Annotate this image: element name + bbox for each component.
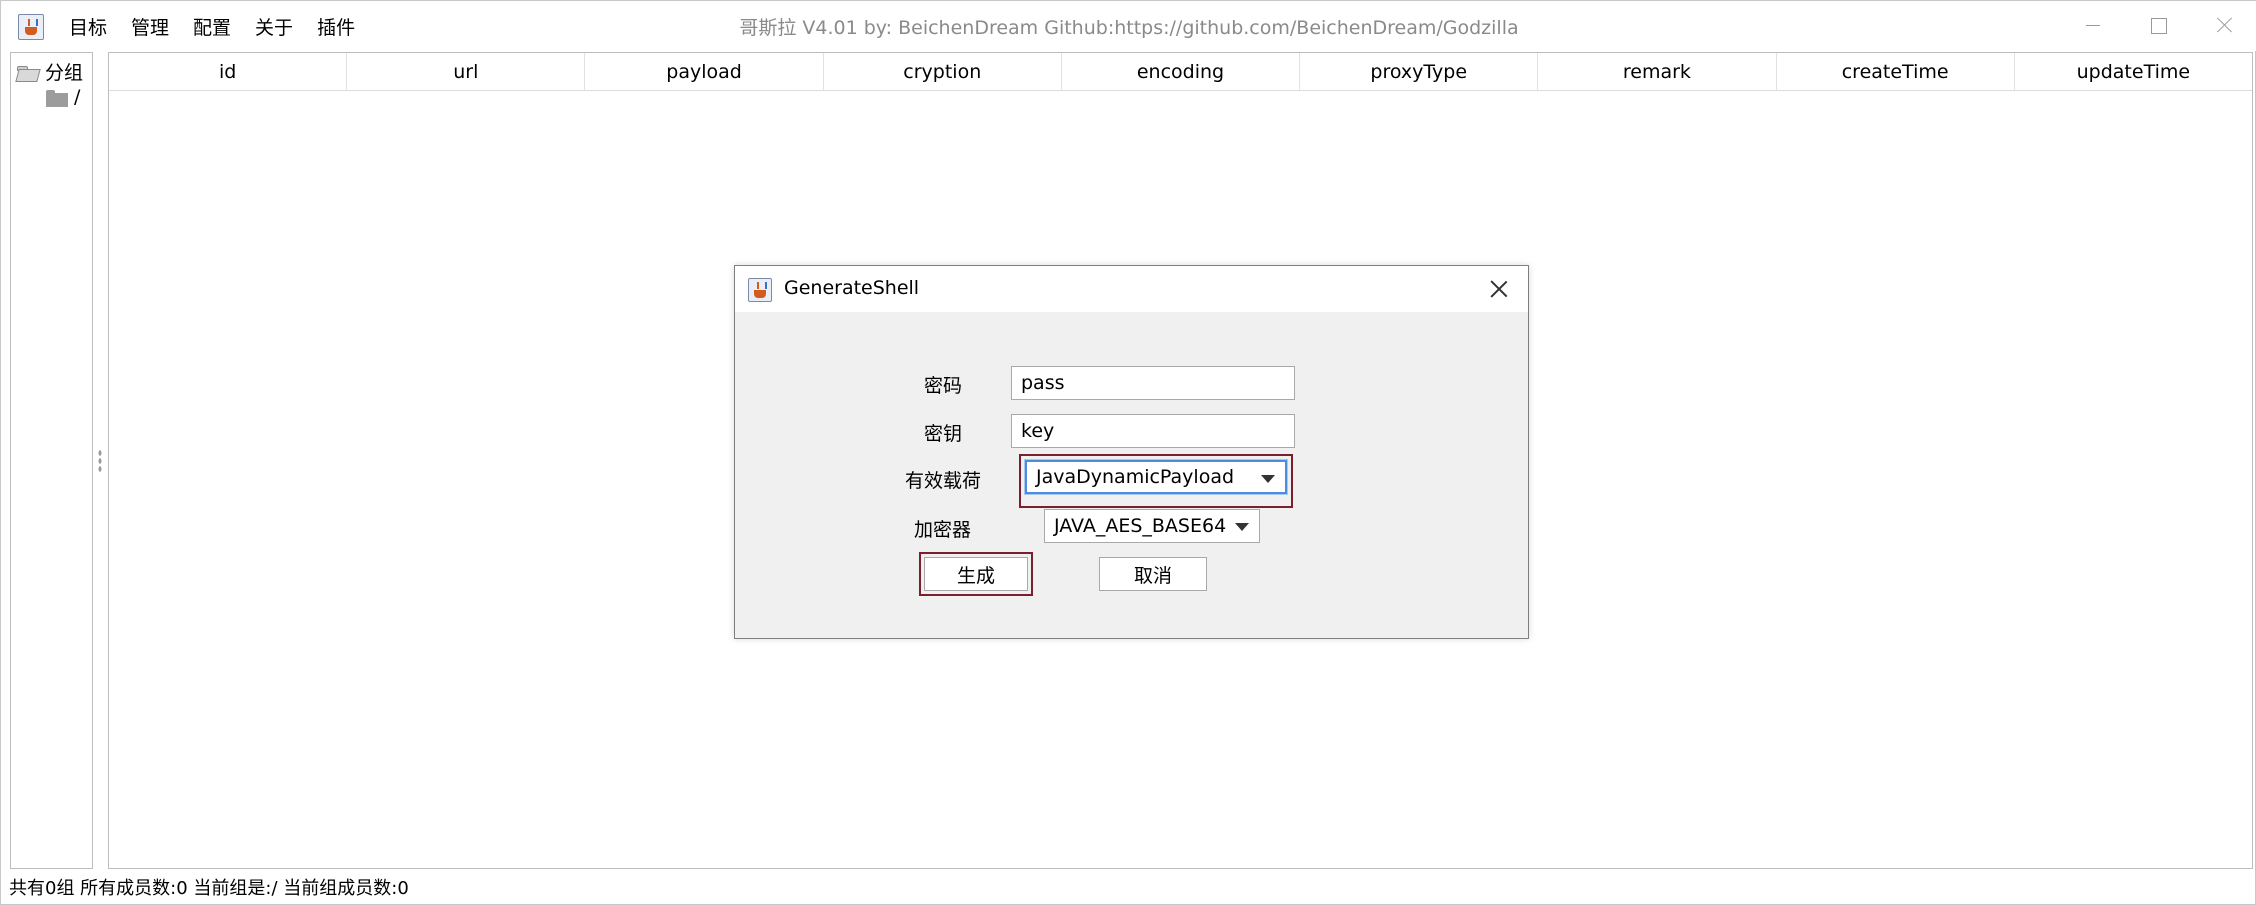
payload-selected-value: JavaDynamicPayload xyxy=(1036,466,1235,488)
window-controls xyxy=(2059,1,2256,51)
menu-item-about[interactable]: 关于 xyxy=(255,13,293,40)
chevron-down-icon xyxy=(1235,523,1249,531)
password-label: 密码 xyxy=(924,375,963,397)
column-header-url[interactable]: url xyxy=(347,53,586,90)
generate-shell-dialog: GenerateShell 密码 密钥 有效载荷 JavaDynamicPayl… xyxy=(734,265,1529,639)
group-tree[interactable]: 分组 / xyxy=(10,52,93,869)
close-button[interactable] xyxy=(2191,1,2256,51)
folder-open-icon xyxy=(17,64,39,80)
column-header-proxytype[interactable]: proxyType xyxy=(1300,53,1539,90)
cryption-select[interactable]: JAVA_AES_BASE64 xyxy=(1044,509,1260,543)
dialog-title: GenerateShell xyxy=(784,277,920,299)
tree-node-label: / xyxy=(74,86,81,108)
column-header-id[interactable]: id xyxy=(109,53,348,90)
menu-item-target[interactable]: 目标 xyxy=(69,13,107,40)
menu-item-config[interactable]: 配置 xyxy=(193,13,231,40)
menu-item-plugins[interactable]: 插件 xyxy=(317,13,355,40)
main-window: 目标 管理 配置 关于 插件 哥斯拉 V4.01 by: BeichenDrea… xyxy=(0,0,2256,905)
cancel-button[interactable]: 取消 xyxy=(1099,557,1207,591)
tree-node-root[interactable]: 分组 xyxy=(17,58,83,85)
folder-icon xyxy=(46,89,68,107)
column-header-updatetime[interactable]: updateTime xyxy=(2015,53,2252,90)
column-header-createtime[interactable]: createTime xyxy=(1777,53,2015,90)
app-icon xyxy=(748,278,772,302)
cryption-label: 加密器 xyxy=(914,519,972,541)
app-icon xyxy=(18,14,44,40)
menu-item-manage[interactable]: 管理 xyxy=(131,13,169,40)
tree-node-slash[interactable]: / xyxy=(46,86,80,108)
menu-bar: 目标 管理 配置 关于 插件 xyxy=(69,1,379,51)
splitter-handle[interactable] xyxy=(98,449,102,473)
status-bar: 共有0组 所有成员数:0 当前组是:/ 当前组成员数:0 xyxy=(9,878,409,899)
payload-select[interactable]: JavaDynamicPayload xyxy=(1025,460,1287,494)
chevron-down-icon xyxy=(1261,475,1275,483)
column-header-payload[interactable]: payload xyxy=(585,53,824,90)
column-header-cryption[interactable]: cryption xyxy=(824,53,1062,90)
generate-button[interactable]: 生成 xyxy=(924,557,1028,591)
tree-node-label: 分组 xyxy=(45,62,84,84)
column-header-encoding[interactable]: encoding xyxy=(1062,53,1301,90)
maximize-button[interactable] xyxy=(2125,1,2191,51)
minimize-button[interactable] xyxy=(2059,1,2125,51)
dialog-close-icon[interactable] xyxy=(1484,274,1514,304)
payload-label: 有效载荷 xyxy=(905,470,982,492)
table-header: id url payload cryption encoding proxyTy… xyxy=(109,53,2252,91)
dialog-title-bar: GenerateShell xyxy=(735,266,1528,312)
key-field[interactable] xyxy=(1011,414,1295,448)
password-field[interactable] xyxy=(1011,366,1295,400)
key-label: 密钥 xyxy=(924,423,963,445)
column-header-remark[interactable]: remark xyxy=(1538,53,1777,90)
title-bar: 目标 管理 配置 关于 插件 哥斯拉 V4.01 by: BeichenDrea… xyxy=(1,1,2256,51)
cryption-selected-value: JAVA_AES_BASE64 xyxy=(1054,515,1227,537)
